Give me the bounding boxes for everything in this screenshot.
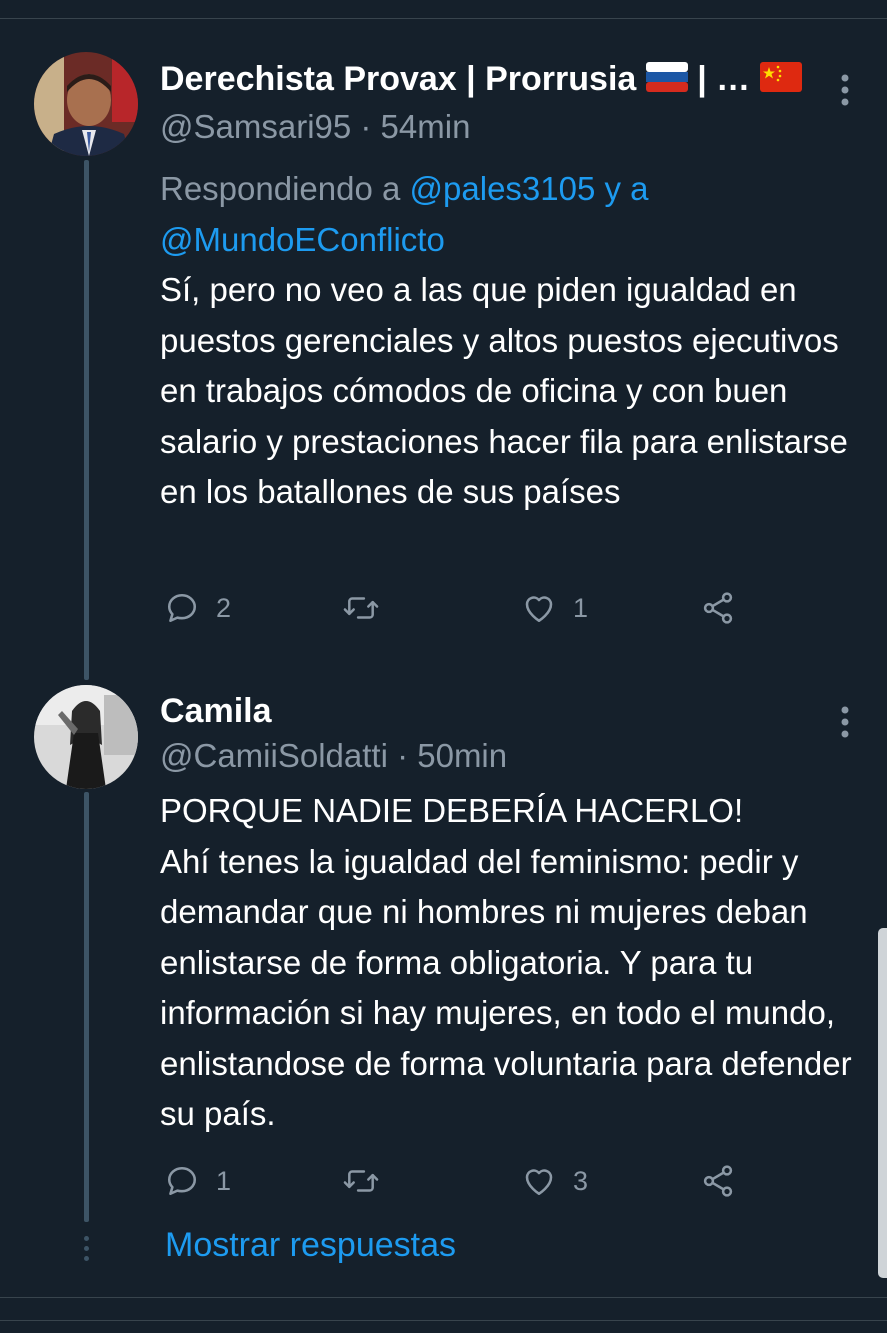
author-name[interactable]: Camila: [160, 692, 272, 731]
thread-line: [84, 792, 89, 1222]
top-divider: [0, 18, 887, 19]
like-icon: [525, 596, 553, 623]
author-name-row[interactable]: Derechista Provax | Prorrusia | …: [160, 60, 802, 99]
reply-button[interactable]: 1: [164, 1163, 231, 1199]
retweet-icon: [343, 1170, 379, 1192]
mention-pales3105[interactable]: @pales3105: [410, 170, 596, 207]
replying-conjunction: y a: [595, 170, 649, 207]
like-button[interactable]: 3: [521, 1163, 588, 1199]
avatar-image: [34, 685, 138, 789]
share-icon: [703, 592, 733, 624]
like-count: 1: [573, 592, 589, 623]
thread-continuation-dots: [82, 1236, 90, 1266]
retweet-icon: [343, 597, 379, 619]
thread-line: [84, 160, 89, 680]
reply-button[interactable]: 2: [164, 590, 231, 626]
handle-time[interactable]: @CamiiSoldatti · 50min: [160, 737, 507, 775]
avatar-camiisoldatti[interactable]: [34, 685, 138, 789]
tweet-text-line1: PORQUE NADIE DEBERÍA HACERLO!: [160, 792, 744, 829]
tweet-text: Sí, pero no veo a las que piden igualdad…: [160, 271, 848, 510]
handle-time[interactable]: @Samsari95 · 54min: [160, 108, 470, 146]
avatar-image: [34, 52, 138, 156]
china-flag-icon: [759, 62, 802, 93]
show-replies-link[interactable]: Mostrar respuestas: [165, 1226, 456, 1265]
tweet-text-rest: Ahí tenes la igualdad del feminismo: ped…: [160, 842, 852, 1133]
mention-mundoeconflicto[interactable]: @MundoEConflicto: [160, 221, 445, 258]
reply-icon: [167, 1166, 197, 1196]
scrollbar[interactable]: [878, 928, 887, 1278]
reply-count: 2: [216, 592, 232, 623]
more-icon[interactable]: [838, 70, 852, 110]
share-icon: [703, 1165, 733, 1197]
avatar-samsari95[interactable]: [34, 52, 138, 156]
reply-count: 1: [216, 1165, 232, 1196]
more-icon[interactable]: [838, 702, 852, 742]
replying-prefix: Respondiendo a: [160, 170, 410, 207]
retweet-button[interactable]: [342, 1163, 396, 1199]
retweet-button[interactable]: [342, 590, 396, 626]
share-button[interactable]: [700, 1163, 736, 1199]
like-button[interactable]: 1: [521, 590, 588, 626]
tweet-text: PORQUE NADIE DEBERÍA HACERLO! Ahí tenes …: [160, 786, 860, 1140]
replying-to: Respondiendo a @pales3105 y a @MundoECon…: [160, 163, 840, 265]
bottom-divider: [0, 1320, 887, 1321]
share-button[interactable]: [700, 590, 736, 626]
author-name-suffix: | …: [697, 60, 751, 98]
russia-flag-icon: [645, 62, 688, 93]
like-count: 3: [573, 1165, 589, 1196]
like-icon: [525, 1169, 553, 1196]
bottom-divider: [0, 1297, 887, 1298]
author-name: Derechista Provax | Prorrusia: [160, 60, 637, 98]
reply-icon: [167, 593, 197, 623]
